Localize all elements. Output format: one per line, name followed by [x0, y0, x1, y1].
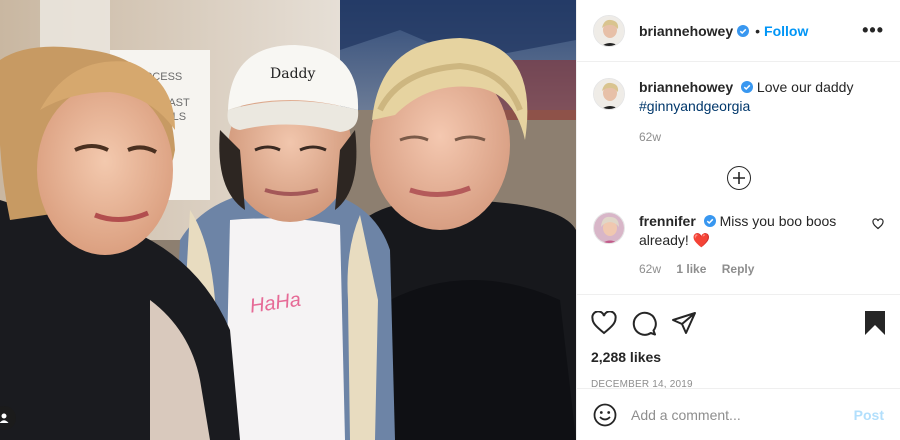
post-header: briannehowey • Follow ••• [577, 0, 900, 62]
cap-text: Daddy [270, 66, 315, 82]
dot-separator: • [755, 22, 761, 39]
likes-count[interactable]: 2,288 likes [591, 349, 886, 365]
post-photo[interactable]: O ACCESS S CAST RSALS HaHa Daddy [0, 0, 576, 440]
caption-username[interactable]: briannehowey [639, 79, 733, 95]
comment-input[interactable] [631, 406, 854, 423]
load-more-comments-button[interactable] [726, 166, 751, 190]
comment-time[interactable]: 62w [639, 262, 661, 276]
verified-badge-icon [737, 24, 750, 37]
author-avatar[interactable] [593, 14, 625, 47]
comment-body: frennifer Miss you boo boos already! ❤️ [639, 212, 845, 250]
emoji-smiley-icon[interactable] [593, 403, 617, 427]
verified-badge-icon [703, 215, 716, 227]
comment-reply[interactable]: Reply [722, 262, 755, 276]
more-options-icon[interactable]: ••• [862, 20, 884, 41]
post-actions: 2,288 likes DECEMBER 14, 2019 [577, 294, 900, 390]
comment-meta: 62w 1 like Reply [639, 262, 884, 276]
plus-icon [732, 172, 745, 184]
comments-section[interactable]: briannehowey Love our daddy #ginnyandgeo… [577, 62, 900, 294]
follow-button[interactable]: Follow [764, 23, 808, 39]
heart-emoji: ❤️ [692, 232, 711, 248]
commenter-username[interactable]: frennifer [639, 213, 696, 229]
verified-badge-icon [741, 81, 754, 93]
post-side-panel: briannehowey • Follow ••• briannehowey L… [576, 0, 900, 440]
save-bookmark-icon[interactable] [864, 310, 886, 336]
caption-body: briannehowey Love our daddy #ginnyandgeo… [639, 78, 853, 116]
author-username[interactable]: briannehowey [639, 23, 733, 39]
caption-time[interactable]: 62w [639, 130, 884, 144]
like-comment-heart-icon[interactable] [872, 218, 884, 230]
caption: briannehowey Love our daddy #ginnyandgeo… [593, 78, 884, 116]
caption-hashtag[interactable]: #ginnyandgeorgia [639, 98, 750, 114]
add-comment-bar: Post [577, 388, 900, 440]
comment-likes[interactable]: 1 like [676, 262, 706, 276]
like-heart-icon[interactable] [591, 311, 617, 335]
share-send-icon[interactable] [671, 311, 697, 335]
action-row [591, 303, 886, 343]
caption-text: Love our daddy [756, 79, 854, 95]
post-comment-button[interactable]: Post [854, 407, 884, 423]
comment-bubble-icon[interactable] [631, 310, 657, 336]
caption-avatar[interactable] [593, 78, 625, 110]
comment-item: frennifer Miss you boo boos already! ❤️ [593, 212, 884, 250]
photo-illustration: O ACCESS S CAST RSALS HaHa Daddy [0, 0, 576, 440]
commenter-avatar[interactable] [593, 212, 625, 244]
